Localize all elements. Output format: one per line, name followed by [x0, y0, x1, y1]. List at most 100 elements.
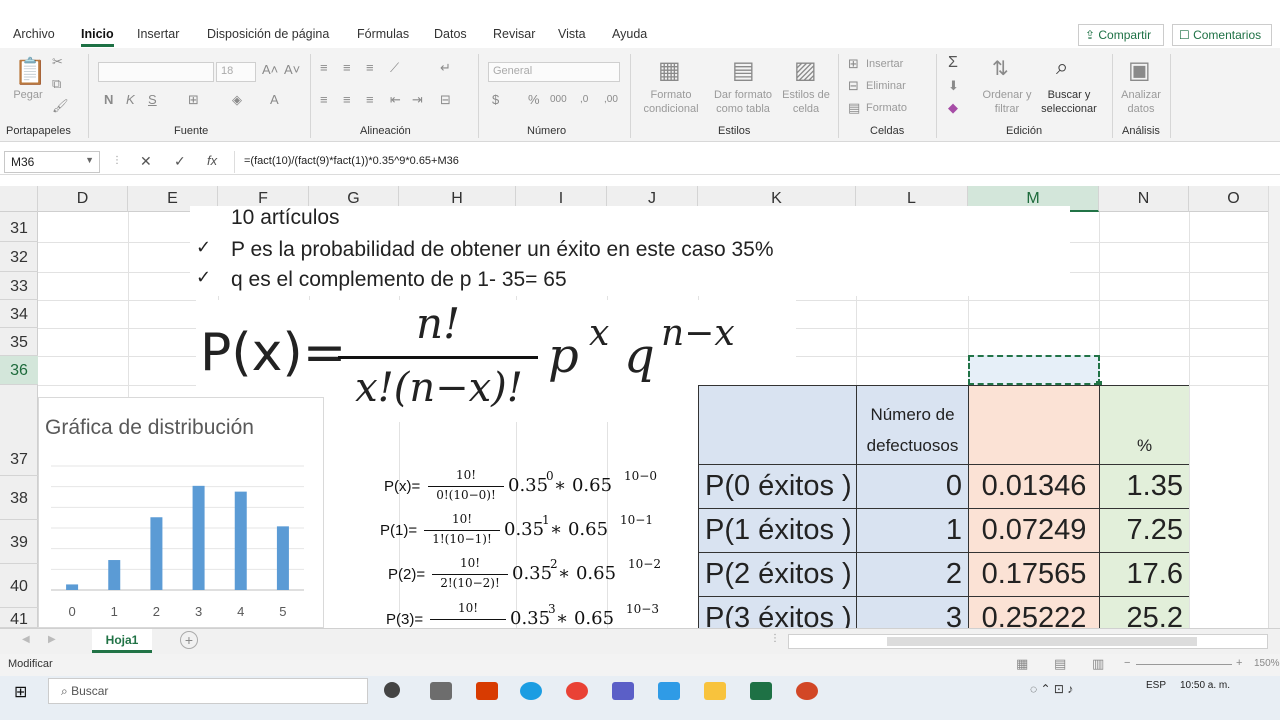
page-break-icon[interactable]: ▥	[1092, 656, 1104, 672]
comments-button[interactable]: ☐ Comentarios	[1172, 24, 1272, 46]
folder-icon[interactable]	[704, 682, 726, 700]
row-header-40[interactable]: 40	[0, 564, 38, 608]
row-header-39[interactable]: 39	[0, 520, 38, 564]
tab-inicio[interactable]: Inicio	[81, 27, 114, 47]
search-icon[interactable]: ⌕	[1056, 54, 1068, 80]
underline-icon[interactable]: S	[148, 92, 157, 107]
find-select-label[interactable]: Buscar y seleccionar	[1034, 88, 1104, 116]
tab-datos[interactable]: Datos	[434, 27, 467, 41]
fill-icon[interactable]: ⬇	[948, 78, 959, 94]
format-cells-label[interactable]: Formato	[866, 101, 907, 115]
cell-styles-label[interactable]: Estilos de celda	[780, 88, 832, 116]
zoom-in-icon[interactable]: +	[1236, 657, 1242, 669]
cut-icon[interactable]: ✂	[52, 54, 63, 70]
align-center-icon[interactable]: ≡	[343, 92, 351, 107]
table-cell-defects[interactable]: 1	[857, 509, 969, 553]
comma-icon[interactable]: 000	[550, 94, 567, 105]
edge-icon[interactable]	[520, 682, 542, 700]
share-button[interactable]: ⇪ Compartir	[1078, 24, 1164, 46]
table-cell-defects[interactable]: 3	[857, 597, 969, 628]
table-cell-probability[interactable]: 0.25222	[969, 597, 1100, 628]
table-header-k[interactable]	[699, 386, 857, 465]
currency-icon[interactable]: $	[492, 92, 499, 107]
tab-revisar[interactable]: Revisar	[493, 27, 535, 41]
number-format-combo[interactable]: General	[488, 62, 620, 82]
format-table-icon[interactable]: ▤	[732, 56, 755, 85]
add-sheet-icon[interactable]: +	[180, 631, 198, 649]
italic-icon[interactable]: K	[126, 92, 135, 107]
chevron-down-icon[interactable]: ▼	[85, 155, 94, 165]
table-cell-probability[interactable]: 0.01346	[969, 465, 1100, 509]
delete-cells-icon[interactable]: ⊟	[848, 78, 859, 94]
percent-icon[interactable]: %	[528, 92, 540, 107]
format-painter-icon[interactable]: 🖌	[52, 98, 69, 114]
scroll-thumb[interactable]	[887, 637, 1197, 646]
align-top-icon[interactable]: ≡	[320, 60, 328, 75]
bold-icon[interactable]: N	[104, 92, 113, 107]
function-icon[interactable]: fx	[207, 153, 217, 168]
decrease-font-icon[interactable]: A˅	[284, 62, 300, 77]
clear-icon[interactable]: ◆	[948, 100, 958, 116]
zoom-level[interactable]: 150%	[1254, 658, 1280, 669]
table-cell-probability[interactable]: 0.07249	[969, 509, 1100, 553]
row-header-34[interactable]: 34	[0, 300, 38, 328]
chart-bar[interactable]	[192, 485, 205, 590]
autosum-icon[interactable]: Σ	[948, 54, 958, 72]
align-middle-icon[interactable]: ≡	[343, 60, 351, 75]
tab-vista[interactable]: Vista	[558, 27, 586, 41]
row-header-35[interactable]: 35	[0, 328, 38, 356]
conditional-format-label[interactable]: Formato condicional	[636, 88, 706, 116]
align-right-icon[interactable]: ≡	[366, 92, 374, 107]
next-sheet-icon[interactable]: ▶	[48, 634, 56, 645]
table-cell-label[interactable]: P(1 éxitos )	[699, 509, 857, 553]
table-cell-percent[interactable]: 7.25	[1100, 509, 1189, 553]
page-layout-icon[interactable]: ▤	[1054, 656, 1066, 672]
windows-icon[interactable]: ⊞	[14, 682, 27, 702]
table-cell-label[interactable]: P(2 éxitos )	[699, 553, 857, 597]
cancel-icon[interactable]: ✕	[140, 153, 152, 170]
horizontal-scrollbar[interactable]	[788, 634, 1268, 649]
small-formula[interactable]: P(2)= 10! 2!(10−2)! 0.35 2 ∗ 0.65 10−2	[388, 556, 688, 598]
sort-filter-icon[interactable]: ⇅	[992, 56, 1009, 81]
paste-label[interactable]: Pegar	[10, 88, 46, 102]
analyze-data-label[interactable]: Analizar datos	[1116, 88, 1166, 116]
align-left-icon[interactable]: ≡	[320, 92, 328, 107]
chart-bar[interactable]	[276, 526, 289, 590]
col-header-d[interactable]: D	[38, 186, 128, 212]
row-header-31[interactable]: 31	[0, 212, 38, 242]
table-cell-label[interactable]: P(0 éxitos )	[699, 465, 857, 509]
clock[interactable]: 10:50 a. m.	[1180, 680, 1230, 691]
tab-formulas[interactable]: Fórmulas	[357, 27, 409, 41]
selected-cell-m36[interactable]	[968, 355, 1100, 385]
chrome-icon[interactable]	[566, 682, 588, 700]
row-header-32[interactable]: 32	[0, 242, 38, 272]
table-cell-percent[interactable]: 1.35	[1100, 465, 1189, 509]
table-cell-percent[interactable]: 17.6	[1100, 553, 1189, 597]
teams-icon[interactable]	[612, 682, 634, 700]
delete-cells-label[interactable]: Eliminar	[866, 79, 906, 93]
row-header-37[interactable]: 37	[0, 385, 38, 476]
borders-icon[interactable]: ⊞	[188, 92, 199, 108]
powerpoint-icon[interactable]	[796, 682, 818, 700]
distribution-chart[interactable]: Gráfica de distribución 012345	[38, 397, 324, 628]
paste-icon[interactable]: 📋	[14, 56, 46, 87]
format-cells-icon[interactable]: ▤	[848, 100, 860, 116]
tab-insertar[interactable]: Insertar	[137, 27, 179, 41]
excel-icon[interactable]	[750, 682, 772, 700]
prev-sheet-icon[interactable]: ◀	[22, 634, 30, 645]
table-header-pct[interactable]: %	[1100, 386, 1189, 465]
task-view-icon[interactable]	[384, 682, 400, 698]
format-table-label[interactable]: Dar formato como tabla	[708, 88, 778, 116]
tab-disposicion[interactable]: Disposición de página	[207, 27, 329, 41]
table-cell-percent[interactable]: 25.2	[1100, 597, 1189, 628]
row-header-38[interactable]: 38	[0, 476, 38, 520]
zoom-out-icon[interactable]: −	[1124, 657, 1130, 669]
conditional-format-icon[interactable]: ▦	[658, 56, 681, 85]
select-all-corner[interactable]	[0, 186, 38, 212]
increase-decimal-icon[interactable]: ,0	[580, 94, 588, 105]
insert-cells-icon[interactable]: ⊞	[848, 56, 859, 72]
row-header-41[interactable]: 41	[0, 608, 38, 628]
align-bottom-icon[interactable]: ≡	[366, 60, 374, 75]
small-formula[interactable]: P(1)= 10! 1!(10−1)! 0.35 1 ∗ 0.65 10−1	[380, 512, 680, 554]
increase-font-icon[interactable]: A˄	[262, 62, 278, 77]
